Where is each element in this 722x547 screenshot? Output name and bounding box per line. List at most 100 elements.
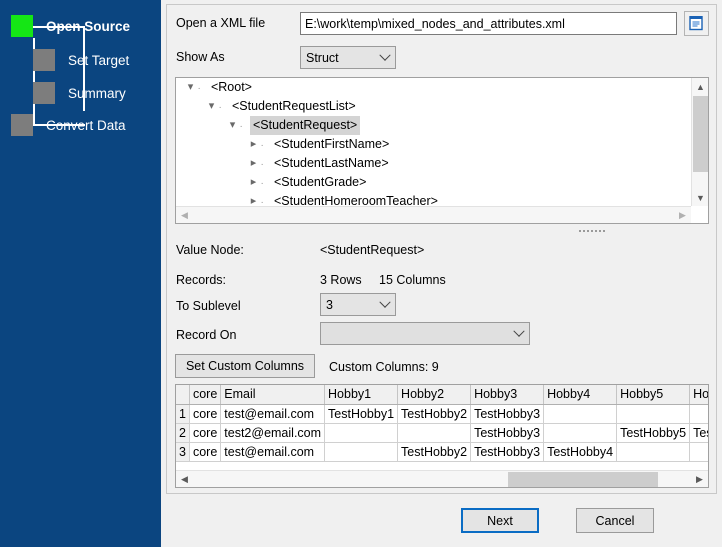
tree-node[interactable]: ▾ · <StudentRequestList> [176, 97, 690, 116]
cell-hobby2[interactable]: TestHobby2 [397, 442, 472, 462]
column-header[interactable]: Email [220, 385, 326, 405]
chevron-right-icon[interactable]: ▸ [246, 173, 260, 192]
sidebar-item-set-target[interactable]: Set Target [33, 49, 129, 71]
sidebar-item-label: Convert Data [46, 117, 126, 133]
column-header[interactable]: core [189, 385, 222, 405]
scroll-left-icon[interactable]: ◀ [176, 207, 193, 223]
tree-horizontal-scrollbar[interactable]: ◀ ▶ [176, 206, 691, 223]
column-header[interactable]: Hobby6 [689, 385, 708, 405]
show-as-value: Struct [306, 50, 339, 65]
tree-vertical-scrollbar[interactable]: ▲ ▼ [691, 78, 708, 206]
cell-hobby6[interactable]: TestHobb [689, 423, 708, 443]
tree-node[interactable]: ▾ · <Root> [176, 78, 690, 97]
cell-hobby3[interactable]: TestHobby3 [470, 404, 545, 424]
sidebar-item-convert-data[interactable]: Convert Data [11, 114, 126, 136]
record-on-select[interactable] [320, 322, 530, 345]
chevron-right-icon[interactable]: ▸ [246, 192, 260, 206]
column-header[interactable]: Hobby5 [616, 385, 691, 405]
table-row[interactable]: 2 core test2@email.com TestHobby3 TestHo… [176, 423, 708, 443]
scroll-left-icon[interactable]: ◀ [176, 471, 193, 487]
wizard-content: Open a XML file Show As Struct [161, 0, 722, 547]
table-header-row: core Email Hobby1 Hobby2 Hobby3 Hobby4 H… [176, 385, 708, 405]
sidebar-item-summary[interactable]: Summary [33, 82, 126, 104]
wizard-window: Open Source Set Target Summary Convert D… [0, 0, 722, 547]
cell-hobby3[interactable]: TestHobby3 [470, 423, 545, 443]
cell-hobby1[interactable] [324, 442, 399, 462]
cell-hobby6[interactable] [689, 404, 708, 424]
chevron-down-icon[interactable]: ▾ [204, 97, 218, 116]
tree-node[interactable]: ▸ · <StudentGrade> [176, 173, 690, 192]
cancel-button[interactable]: Cancel [576, 508, 654, 533]
cell-score[interactable]: core [189, 442, 222, 462]
tree-node-label: <StudentRequestList> [231, 99, 356, 113]
cell-hobby2[interactable] [397, 423, 472, 443]
chevron-down-icon[interactable]: ▾ [225, 116, 239, 135]
xml-structure-tree[interactable]: ▾ · <Root> ▾ · <StudentRequestList> ▾ · <St… [175, 77, 709, 224]
column-header[interactable]: Hobby4 [543, 385, 618, 405]
scroll-down-icon[interactable]: ▼ [692, 189, 708, 206]
tree-node[interactable]: ▸ · <StudentFirstName> [176, 135, 690, 154]
cell-hobby4[interactable] [543, 423, 618, 443]
tree-node[interactable]: ▸ · <StudentHomeroomTeacher> [176, 192, 690, 206]
row-number-header [176, 385, 190, 405]
show-as-select[interactable]: Struct [300, 46, 396, 69]
xml-file-path-input[interactable] [300, 12, 677, 35]
cell-hobby4[interactable] [543, 404, 618, 424]
cell-email[interactable]: test@email.com [220, 442, 326, 462]
scroll-thumb-horizontal[interactable] [508, 472, 658, 487]
cell-hobby3[interactable]: TestHobby3 [470, 442, 545, 462]
chevron-down-icon[interactable]: ▾ [183, 78, 197, 97]
records-rows: 3 Rows [320, 273, 362, 287]
to-sublevel-select[interactable]: 3 [320, 293, 396, 316]
table-row[interactable]: 1 core test@email.com TestHobby1 TestHob… [176, 404, 708, 424]
cell-hobby5[interactable] [616, 404, 691, 424]
scroll-up-icon[interactable]: ▲ [692, 78, 708, 95]
tree-node-selected[interactable]: ▾ · <StudentRequest> [176, 116, 690, 135]
table-row[interactable]: 3 core test@email.com TestHobby2 TestHob… [176, 442, 708, 462]
tree-node-label: <StudentRequest> [249, 116, 361, 135]
preview-data-grid[interactable]: core Email Hobby1 Hobby2 Hobby3 Hobby4 H… [175, 384, 709, 488]
sidebar-item-open-source[interactable]: Open Source [11, 15, 130, 37]
row-number: 3 [176, 442, 190, 462]
tree-node-label: <StudentHomeroomTeacher> [273, 194, 438, 206]
next-button[interactable]: Next [461, 508, 539, 533]
sidebar-item-label: Set Target [68, 52, 130, 68]
cell-hobby2[interactable]: TestHobby2 [397, 404, 472, 424]
column-header[interactable]: Hobby1 [324, 385, 399, 405]
cell-email[interactable]: test2@email.com [220, 423, 326, 443]
row-number: 1 [176, 404, 190, 424]
cell-hobby1[interactable]: TestHobby1 [324, 404, 399, 424]
chevron-right-icon[interactable]: ▸ [246, 154, 260, 173]
file-document-icon [689, 16, 703, 31]
row-number: 2 [176, 423, 190, 443]
tree-node-label: <StudentGrade> [273, 175, 367, 189]
square-idle-icon [33, 49, 55, 71]
chevron-down-icon [375, 296, 395, 309]
cell-email[interactable]: test@email.com [220, 404, 326, 424]
cell-score[interactable]: core [189, 404, 222, 424]
cell-hobby1[interactable] [324, 423, 399, 443]
set-custom-columns-button[interactable]: Set Custom Columns [175, 354, 315, 378]
show-as-label: Show As [176, 50, 225, 64]
scroll-right-icon[interactable]: ▶ [674, 207, 691, 223]
value-node-label: Value Node: [176, 243, 244, 257]
wizard-sidebar: Open Source Set Target Summary Convert D… [0, 0, 161, 547]
square-active-icon [11, 15, 33, 37]
cell-hobby6[interactable] [689, 442, 708, 462]
browse-file-button[interactable] [684, 11, 709, 36]
column-header[interactable]: Hobby2 [397, 385, 472, 405]
cell-score[interactable]: core [189, 423, 222, 443]
chevron-right-icon[interactable]: ▸ [246, 135, 260, 154]
cell-hobby5[interactable]: TestHobby5 [616, 423, 691, 443]
horizontal-splitter-grip[interactable] [579, 230, 605, 232]
column-header[interactable]: Hobby3 [470, 385, 545, 405]
tree-node-label: <StudentFirstName> [273, 137, 390, 151]
tree-node[interactable]: ▸ · <StudentLastName> [176, 154, 690, 173]
preview-table: core Email Hobby1 Hobby2 Hobby3 Hobby4 H… [176, 385, 708, 462]
cell-hobby4[interactable]: TestHobby4 [543, 442, 618, 462]
grid-horizontal-scrollbar[interactable]: ◀ ▶ [176, 470, 708, 487]
scroll-right-icon[interactable]: ▶ [691, 471, 708, 487]
chevron-down-icon [375, 49, 395, 62]
scroll-thumb-vertical[interactable] [693, 96, 708, 172]
cell-hobby5[interactable] [616, 442, 691, 462]
